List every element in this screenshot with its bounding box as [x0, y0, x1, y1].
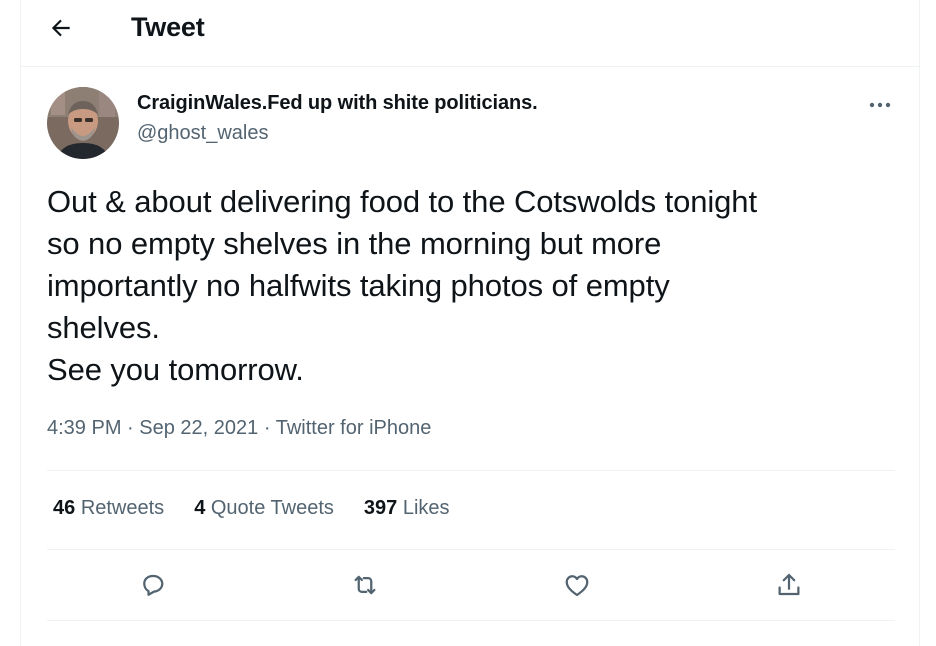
- page-title: Tweet: [131, 12, 205, 42]
- author-display-name[interactable]: CraiginWales.Fed up with shite politicia…: [137, 92, 538, 115]
- reply-button[interactable]: [130, 562, 176, 608]
- tweet-actions: [21, 562, 919, 608]
- meta-separator: ·: [263, 417, 271, 439]
- divider: [47, 470, 895, 471]
- retweet-icon: [354, 575, 376, 595]
- more-options-button[interactable]: [865, 92, 895, 118]
- author-handle[interactable]: @ghost_wales: [137, 122, 268, 145]
- more-icon: [869, 102, 891, 108]
- likes-label: Likes: [402, 497, 450, 519]
- like-button[interactable]: [554, 562, 600, 608]
- tweet-meta: 4:39 PM · Sep 22, 2021 · Twitter for iPh…: [47, 417, 431, 440]
- tweet-text: Out & about delivering food to the Cotsw…: [47, 184, 757, 387]
- tweet-stats: 46 Retweets 4 Quote Tweets 397 Likes: [53, 497, 450, 520]
- tweet-column: Tweet CraiginWales.Fed up with shite pol…: [20, 0, 920, 646]
- retweets-label: Retweets: [80, 497, 165, 519]
- tweet-source[interactable]: Twitter for iPhone: [276, 417, 432, 439]
- quote-tweets-stat[interactable]: 4 Quote Tweets: [194, 497, 334, 520]
- back-button[interactable]: [43, 10, 79, 46]
- likes-count: 397: [363, 497, 398, 519]
- avatar-image: [47, 87, 119, 159]
- reply-icon: [143, 574, 164, 596]
- tweet-time[interactable]: 4:39 PM: [47, 417, 121, 439]
- divider: [47, 549, 895, 550]
- share-button[interactable]: [766, 562, 812, 608]
- page-header: Tweet: [21, 0, 919, 67]
- retweets-count: 46: [53, 497, 76, 519]
- meta-separator: ·: [127, 417, 134, 439]
- likes-stat[interactable]: 397 Likes: [364, 497, 450, 520]
- retweets-stat[interactable]: 46 Retweets: [53, 497, 164, 520]
- retweet-button[interactable]: [342, 562, 388, 608]
- arrow-left-icon: [51, 19, 70, 37]
- quote-tweets-label: Quote Tweets: [210, 497, 334, 519]
- share-icon: [778, 573, 800, 596]
- tweet-date[interactable]: Sep 22, 2021: [139, 417, 258, 439]
- like-icon: [565, 575, 589, 597]
- quote-tweets-count: 4: [194, 497, 206, 519]
- divider: [47, 620, 895, 621]
- avatar[interactable]: [47, 87, 119, 159]
